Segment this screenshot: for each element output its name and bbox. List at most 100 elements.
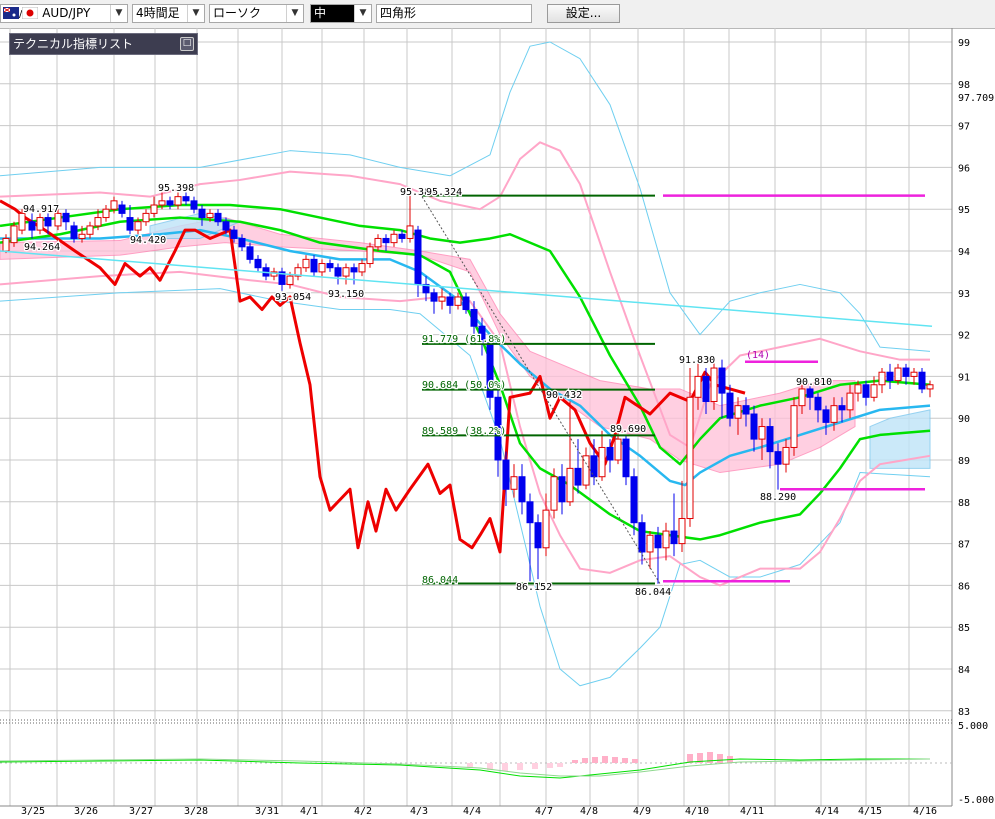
x-axis-date-label: 4/2 xyxy=(354,806,372,817)
candle-body-bear xyxy=(398,233,406,239)
price-chart[interactable]: 99 98 97 96 95 94 93 92 91 90 89 88 87 86 85 84 83 97.709… xyxy=(0,28,995,819)
candle-body-bear xyxy=(446,296,454,306)
x-axis-date-label: 4/4 xyxy=(463,806,481,817)
macd-histogram-bar xyxy=(612,757,618,763)
y-tick-label: 83 xyxy=(958,707,970,718)
candle-body-bear xyxy=(630,476,638,524)
macd-histogram-bar xyxy=(622,758,628,763)
x-axis-date-label: 3/25 xyxy=(21,806,45,817)
jp-flag-icon xyxy=(21,6,39,20)
candle-body-bull xyxy=(894,367,902,382)
candle-body-bull xyxy=(102,208,110,219)
candle-body-bear xyxy=(214,212,222,223)
minimize-icon[interactable]: □ xyxy=(180,37,194,51)
macd-histogram-bar xyxy=(502,763,508,771)
candle-body-bull xyxy=(302,258,310,269)
price-marker-label: 94.917 xyxy=(23,204,59,215)
macd-signal-line xyxy=(0,758,931,777)
candle-body-bear xyxy=(350,267,358,273)
price-marker-label: 94.264 xyxy=(24,242,60,253)
x-axis-date-label: 4/15 xyxy=(858,806,882,817)
y-tick-label: 93 xyxy=(958,289,970,300)
chart-type-select[interactable]: ローソク ▼ xyxy=(209,4,304,23)
candle-body-bull xyxy=(614,438,622,461)
indicator-list-panel[interactable]: テクニカル指標リスト □ xyxy=(9,33,198,55)
price-marker-label: 93.054 xyxy=(275,292,311,303)
y-tick-label: 86 xyxy=(958,581,970,592)
candle-body-bull xyxy=(286,275,294,285)
chevron-down-icon[interactable]: ▼ xyxy=(110,5,127,22)
x-axis-date-label: 4/14 xyxy=(815,806,839,817)
candle-body-bear xyxy=(190,200,198,210)
y-tick-label: 95 xyxy=(958,205,970,216)
y-tick-label: 98 xyxy=(958,80,970,91)
symbol-select[interactable]: / AUD/JPY ▼ xyxy=(0,4,128,23)
macd-histogram-bar xyxy=(557,763,563,767)
candle-body-bear xyxy=(502,459,510,490)
shape-field[interactable]: 四角形 xyxy=(376,4,532,23)
chevron-down-icon[interactable]: ▼ xyxy=(286,5,303,22)
macd-histogram-bar xyxy=(717,754,723,763)
oscillator-tick-label: 5.000 xyxy=(958,721,988,732)
candle-body-bear xyxy=(862,384,870,398)
indicator-list-title: テクニカル指標リスト xyxy=(13,37,134,51)
candle-body-bull xyxy=(830,405,838,423)
fibonacci-level-label: 89.589 (38.2%) xyxy=(422,426,506,437)
y-tick-label: 85 xyxy=(958,623,970,634)
candle-body-bear xyxy=(326,263,334,269)
x-axis-date-label: 4/1 xyxy=(300,806,318,817)
current-price-label: 97.709 xyxy=(958,93,994,104)
chart-area[interactable]: 99 98 97 96 95 94 93 92 91 90 89 88 87 86 85 84 83 97.709… xyxy=(0,28,995,819)
candle-body-bull xyxy=(550,476,558,511)
candle-body-bear xyxy=(918,371,926,390)
candle-body-bear xyxy=(70,225,78,239)
timeframe-select[interactable]: 4時間足 ▼ xyxy=(132,4,205,23)
macd-line xyxy=(0,758,930,779)
candle-body-bull xyxy=(174,196,182,206)
x-axis-date-label: 4/7 xyxy=(535,806,553,817)
candle-body-bear xyxy=(558,476,566,503)
chevron-down-icon[interactable]: ▼ xyxy=(354,5,371,22)
candle-body-bear xyxy=(574,467,582,486)
candle-body-bull xyxy=(158,200,166,206)
au-flag-icon xyxy=(3,7,19,19)
chevron-down-icon[interactable]: ▼ xyxy=(187,5,204,22)
candle-body-bull xyxy=(134,221,142,231)
y-tick-label: 90 xyxy=(958,414,970,425)
candle-body-bull xyxy=(846,392,854,411)
candle-body-bull xyxy=(926,384,934,390)
candle-body-bear xyxy=(886,371,894,382)
candle-body-bear xyxy=(414,229,422,285)
toolbar: / AUD/JPY ▼ 4時間足 ▼ ローソク ▼ 中 ▼ 四角形 設定... xyxy=(0,0,995,29)
candle-body-bull xyxy=(366,246,374,265)
candle-body-bull xyxy=(678,518,686,545)
candle-body-bear xyxy=(430,292,438,302)
settings-button[interactable]: 設定... xyxy=(547,4,620,23)
symbol-label: AUD/JPY xyxy=(42,6,91,20)
candle-body-bear xyxy=(238,237,246,248)
fibonacci-level-label: 91.779 (61.8%) xyxy=(422,334,506,345)
candle-body-bear xyxy=(774,451,782,465)
x-axis-date-label: 4/10 xyxy=(685,806,709,817)
candle-body-bear xyxy=(334,267,342,277)
y-tick-label: 92 xyxy=(958,331,970,342)
candle-body-bull xyxy=(374,237,382,248)
candle-body-bull xyxy=(734,405,742,419)
candle-body-bull xyxy=(870,384,878,398)
candle-body-bear xyxy=(902,367,910,377)
price-marker-label: 91.830 xyxy=(679,355,715,366)
y-tick-label: 87 xyxy=(958,540,970,551)
price-marker-label: 95.324 xyxy=(426,187,462,198)
x-axis-date-label: 4/3 xyxy=(410,806,428,817)
candle-body-bull xyxy=(10,225,18,244)
shape-label: 四角形 xyxy=(380,6,417,20)
candle-body-bear xyxy=(382,237,390,244)
candle-body-bull xyxy=(686,396,694,520)
candle-body-bull xyxy=(566,467,574,503)
fibonacci-level-label: 90.684 (50.0%) xyxy=(422,380,506,391)
candle-body-bull xyxy=(790,405,798,448)
color-select[interactable]: 中 ▼ xyxy=(310,4,372,23)
oscillator-tick-label: -5.000 xyxy=(958,795,994,806)
candle-body-bull xyxy=(358,263,366,273)
macd-histogram-bar xyxy=(572,760,578,763)
